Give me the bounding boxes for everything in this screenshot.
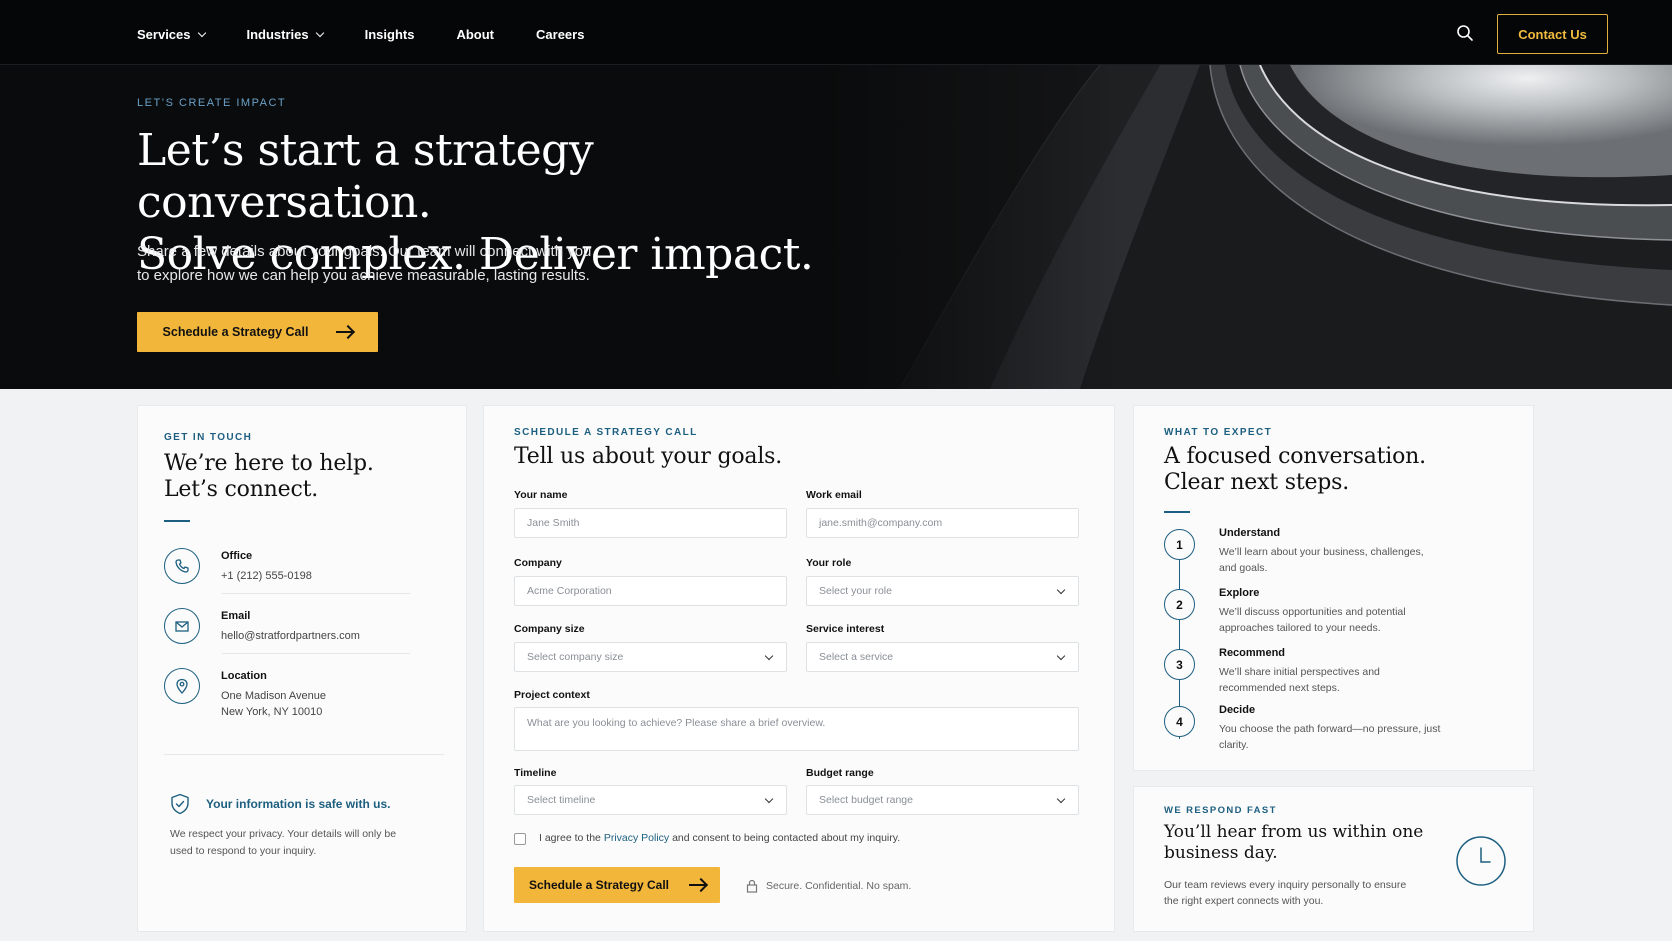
search-icon[interactable] — [1456, 24, 1474, 42]
step-title: Understand — [1219, 527, 1281, 539]
step-desc: We’ll share initial perspectives and rec… — [1219, 666, 1380, 694]
form-eyebrow: SCHEDULE A STRATEGY CALL — [514, 427, 698, 438]
project-context-textarea[interactable]: What are you looking to achieve? Please … — [514, 707, 1079, 751]
submit-schedule-call-button[interactable]: Schedule a Strategy Call — [514, 867, 720, 903]
respond-desc: Our team reviews every inquiry personall… — [1164, 879, 1407, 907]
accent-rule — [164, 520, 190, 522]
service-label: Service interest — [806, 623, 885, 635]
form-title: Tell us about your goals. — [514, 444, 783, 469]
privacy-title: Your information is safe with us. — [206, 797, 391, 811]
budget-select[interactable]: Select budget range — [806, 785, 1079, 815]
respond-eyebrow: WE RESPOND FAST — [1164, 805, 1277, 816]
chevron-down-icon — [1056, 651, 1066, 661]
work-email-input[interactable]: jane.smith@company.com — [806, 508, 1079, 538]
nav-links: Services Industries Insights About Caree… — [137, 0, 626, 68]
email-label: Email — [221, 610, 251, 622]
step-desc: We’ll learn about your business, challen… — [1219, 546, 1424, 574]
privacy-policy-link[interactable]: Privacy Policy — [604, 832, 669, 844]
step-number: 4 — [1164, 706, 1195, 737]
secure-note: Secure. Confidential. No spam. — [746, 879, 911, 893]
chevron-down-icon — [764, 794, 774, 804]
email-label: Work email — [806, 489, 862, 501]
step-number: 3 — [1164, 649, 1195, 680]
company-size-label: Company size — [514, 623, 585, 635]
mail-icon — [164, 608, 200, 644]
expect-eyebrow: WHAT TO EXPECT — [1164, 427, 1273, 438]
chevron-down-icon — [1056, 794, 1066, 804]
contact-eyebrow: GET IN TOUCH — [164, 432, 253, 443]
timeline-select[interactable]: Select timeline — [514, 785, 787, 815]
chevron-down-icon — [315, 28, 324, 37]
company-input[interactable]: Acme Corporation — [514, 576, 787, 606]
shield-icon — [170, 793, 190, 820]
location-pin-icon — [164, 668, 200, 704]
context-label: Project context — [514, 689, 590, 701]
consent-text: I agree to the Privacy Policy and consen… — [539, 832, 901, 844]
step-title: Recommend — [1219, 647, 1286, 659]
hero-architecture-image — [820, 65, 1672, 389]
role-select[interactable]: Select your role — [806, 576, 1079, 606]
lock-icon — [746, 879, 758, 893]
hero-eyebrow: LET’S CREATE IMPACT — [137, 97, 287, 109]
arrow-right-icon — [689, 884, 706, 886]
budget-label: Budget range — [806, 767, 874, 779]
clock-icon — [1455, 835, 1507, 892]
service-select[interactable]: Select a service — [806, 642, 1079, 672]
respond-title: You’ll hear from us within one business … — [1164, 822, 1424, 863]
privacy-text: We respect your privacy. Your details wi… — [170, 828, 397, 857]
divider — [222, 653, 410, 654]
consent-checkbox[interactable] — [514, 833, 526, 845]
hero-schedule-call-button[interactable]: Schedule a Strategy Call — [137, 312, 378, 352]
step-title: Decide — [1219, 704, 1256, 716]
respond-fast-card: WE RESPOND FAST You’ll hear from us with… — [1133, 786, 1534, 932]
what-to-expect-card: WHAT TO EXPECT A focused conversation. C… — [1133, 405, 1534, 771]
role-label: Your role — [806, 557, 852, 569]
location-label: Location — [221, 670, 267, 682]
timeline-label: Timeline — [514, 767, 557, 779]
location-address: One Madison Avenue New York, NY 10010 — [221, 690, 326, 718]
step-title: Explore — [1219, 587, 1260, 599]
chevron-down-icon — [764, 651, 774, 661]
step-desc: You choose the path forward—no pressure,… — [1219, 723, 1441, 751]
accent-rule — [1164, 511, 1190, 513]
chevron-down-icon — [197, 28, 206, 37]
nav-item-about[interactable]: About — [456, 27, 494, 42]
email-address[interactable]: hello@stratfordpartners.com — [221, 628, 360, 644]
name-label: Your name — [514, 489, 568, 501]
nav-item-services[interactable]: Services — [137, 27, 206, 42]
nav-item-careers[interactable]: Careers — [536, 27, 584, 42]
office-label: Office — [221, 550, 253, 562]
nav-item-insights[interactable]: Insights — [365, 27, 415, 42]
step-desc: We’ll discuss opportunities and potentia… — [1219, 606, 1406, 634]
name-input[interactable]: Jane Smith — [514, 508, 787, 538]
company-size-select[interactable]: Select company size — [514, 642, 787, 672]
contact-us-button[interactable]: Contact Us — [1497, 14, 1608, 54]
step-number: 1 — [1164, 529, 1195, 560]
chevron-down-icon — [1056, 585, 1066, 595]
office-phone[interactable]: +1 (212) 555-0198 — [221, 568, 312, 584]
hero-section: LET’S CREATE IMPACT Let’s start a strate… — [0, 65, 1672, 389]
arrow-right-icon — [336, 331, 353, 333]
top-nav: Services Industries Insights About Caree… — [0, 0, 1672, 65]
strategy-call-form: SCHEDULE A STRATEGY CALL Tell us about y… — [483, 405, 1115, 932]
contact-title: We’re here to help. Let’s connect. — [164, 451, 374, 502]
divider — [222, 593, 410, 594]
nav-item-industries[interactable]: Industries — [247, 27, 324, 42]
company-label: Company — [514, 557, 562, 569]
step-number: 2 — [1164, 589, 1195, 620]
contact-info-card: GET IN TOUCH We’re here to help. Let’s c… — [137, 405, 467, 932]
hero-subtitle: Share a few details about your goals. Ou… — [137, 243, 592, 284]
divider — [164, 754, 444, 755]
expect-title: A focused conversation. Clear next steps… — [1164, 444, 1426, 495]
phone-icon — [164, 548, 200, 584]
